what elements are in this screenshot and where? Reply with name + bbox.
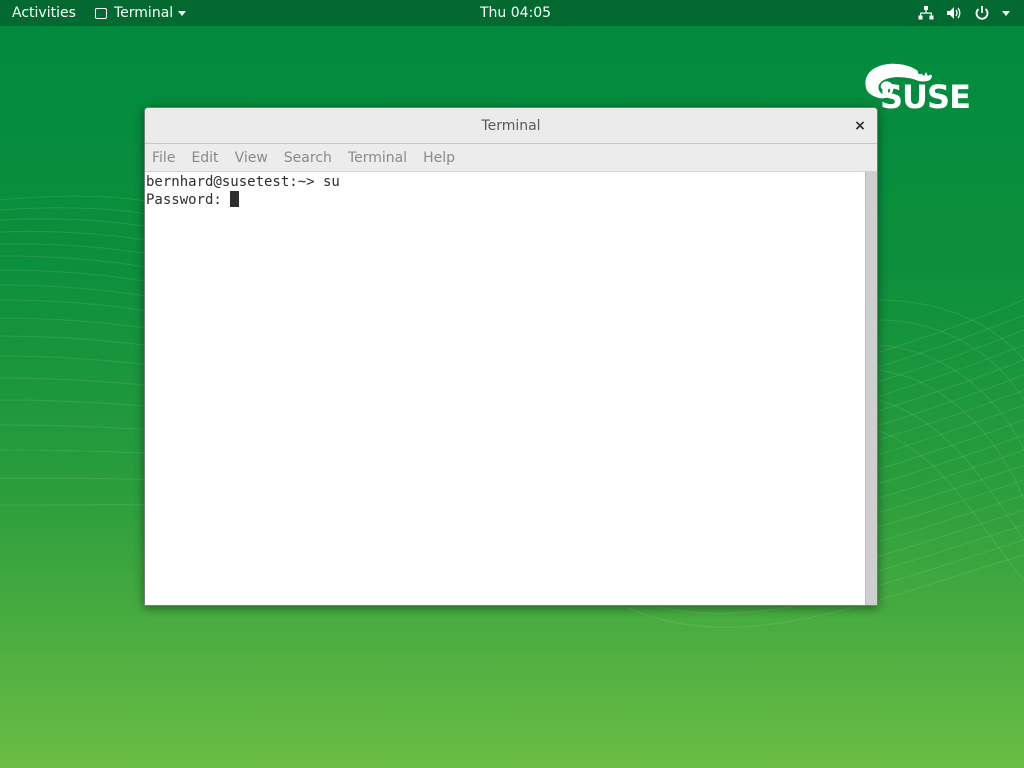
system-tray[interactable] bbox=[918, 0, 1010, 26]
menu-file[interactable]: File bbox=[152, 150, 175, 166]
close-button[interactable]: × bbox=[851, 117, 869, 135]
network-icon bbox=[918, 6, 934, 20]
activities-button[interactable]: Activities bbox=[12, 0, 76, 26]
terminal-line: bernhard@susetest:~> su bbox=[146, 174, 340, 190]
scrollbar[interactable] bbox=[865, 172, 877, 605]
top-bar: Activities Terminal Thu 04:05 bbox=[0, 0, 1024, 26]
menu-view[interactable]: View bbox=[235, 150, 268, 166]
chevron-down-icon bbox=[1002, 10, 1010, 16]
menu-search[interactable]: Search bbox=[284, 150, 332, 166]
power-icon bbox=[975, 6, 989, 20]
text-cursor bbox=[230, 191, 240, 207]
menu-edit[interactable]: Edit bbox=[191, 150, 218, 166]
app-menu-label: Terminal bbox=[114, 5, 174, 21]
password-prompt: Password: bbox=[146, 192, 231, 208]
clock[interactable]: Thu 04:05 bbox=[480, 0, 551, 26]
chevron-down-icon bbox=[178, 10, 187, 16]
terminal-icon bbox=[95, 7, 107, 19]
terminal-output[interactable]: bernhard@susetest:~> su Password: bbox=[145, 172, 866, 605]
terminal-prompt-line: Password: bbox=[146, 191, 866, 209]
desktop: SUSE Activities Terminal Thu 04:05 Termi… bbox=[0, 0, 1024, 768]
terminal-window[interactable]: Terminal × File Edit View Search Termina… bbox=[144, 107, 878, 606]
menu-terminal[interactable]: Terminal bbox=[348, 150, 407, 166]
menu-bar: File Edit View Search Terminal Help bbox=[145, 144, 877, 172]
app-menu-button[interactable]: Terminal bbox=[95, 0, 187, 26]
window-titlebar[interactable]: Terminal × bbox=[145, 108, 877, 144]
window-title: Terminal bbox=[481, 118, 541, 134]
volume-icon bbox=[947, 7, 961, 19]
suse-wordmark: SUSE bbox=[880, 78, 971, 116]
menu-help[interactable]: Help bbox=[423, 150, 455, 166]
